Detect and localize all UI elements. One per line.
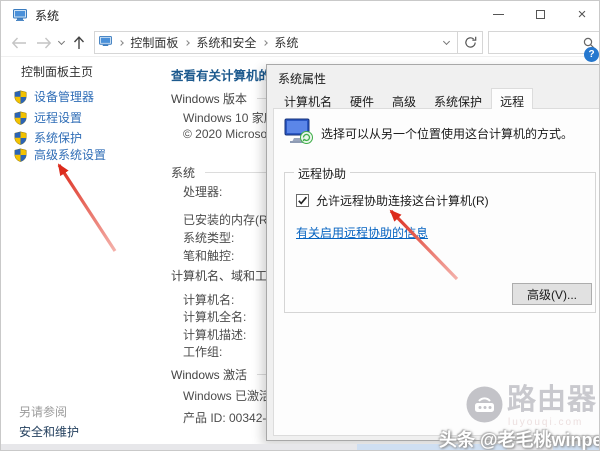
bottom-strip-segment <box>553 444 599 450</box>
activation-status-text: Windows 已激活 <box>183 389 272 403</box>
remote-assistance-info-link[interactable]: 有关启用远程协助的信息 <box>296 224 428 241</box>
breadcrumb-separator-icon <box>118 39 125 46</box>
remote-assist-checkbox[interactable] <box>296 194 309 207</box>
sidebar-item-label: 高级系统设置 <box>34 148 107 162</box>
remote-assistance-group: 远程协助 允许远程协助连接这台计算机(R) 有关启用远程协助的信息 高级(V).… <box>284 165 596 313</box>
address-bar[interactable]: 控制面板 系统和安全 系统 <box>94 31 459 54</box>
sidebar: 控制面板主页 设备管理器 远程设置 系统保护 高级系统设置 另请参阅 安全和维护 <box>1 57 163 442</box>
refresh-icon <box>464 36 476 48</box>
dialog-tabstrip: 计算机名 硬件 高级 系统保护 远程 <box>275 88 534 109</box>
help-button[interactable]: ? <box>584 47 599 62</box>
sidebar-item-system-protection[interactable]: 系统保护 <box>14 129 82 146</box>
remote-desktop-icon <box>284 118 314 148</box>
sidebar-item-label: 设备管理器 <box>34 90 95 104</box>
remote-tab-description: 选择可以从另一个位置使用这台计算机的方式。 <box>321 127 574 141</box>
address-computer-icon <box>99 35 113 50</box>
sidebar-item-label: 系统保护 <box>34 131 83 145</box>
advanced-button[interactable]: 高级(V)... <box>512 283 592 305</box>
recent-locations-chevron-icon[interactable] <box>56 31 67 55</box>
sidebar-item-advanced-system-settings[interactable]: 高级系统设置 <box>14 146 106 163</box>
remote-assistance-group-title: 远程协助 <box>294 165 351 182</box>
computer-description-label: 计算机描述: <box>183 328 247 342</box>
breadcrumb-separator-icon <box>184 39 191 46</box>
uac-shield-icon <box>14 90 27 104</box>
pen-touch-label: 笔和触控: <box>183 249 235 263</box>
breadcrumb-item-control-panel[interactable]: 控制面板 <box>130 34 178 51</box>
address-dropdown-chevron-icon[interactable] <box>443 37 451 45</box>
refresh-button[interactable] <box>458 31 483 54</box>
up-button[interactable] <box>68 31 91 55</box>
computer-name-label: 计算机名: <box>183 293 235 307</box>
uac-shield-icon <box>14 131 27 145</box>
system-window: 系统 × 控制面板 系统和安全 系统 ? 控制面板主页 设备管理器 远程设置 系… <box>0 0 600 451</box>
sidebar-item-security-maintenance[interactable]: 安全和维护 <box>19 423 79 440</box>
dialog-title: 系统属性 <box>278 72 327 86</box>
bottom-edge-strip <box>1 444 599 450</box>
processor-label: 处理器: <box>183 185 223 199</box>
tab-advanced[interactable]: 高级 <box>383 90 425 109</box>
bottom-strip-segment <box>357 444 507 450</box>
uac-shield-icon <box>14 111 27 125</box>
computer-icon <box>13 9 27 21</box>
sidebar-item-label: 远程设置 <box>34 111 83 125</box>
search-input[interactable] <box>494 36 583 49</box>
workgroup-label: 工作组: <box>183 345 223 359</box>
full-computer-name-label: 计算机全名: <box>183 310 247 324</box>
breadcrumb-separator-icon <box>262 39 269 46</box>
window-title: 系统 <box>35 8 60 23</box>
remote-assist-checkbox-label: 允许远程协助连接这台计算机(R) <box>316 194 489 208</box>
close-button[interactable]: × <box>565 1 599 27</box>
checkmark-icon <box>298 196 308 205</box>
search-box[interactable] <box>488 31 599 54</box>
see-also-label: 另请参阅 <box>19 405 68 419</box>
remote-tab-page: 选择可以从另一个位置使用这台计算机的方式。 远程协助 允许远程协助连接这台计算机… <box>273 108 599 436</box>
back-button[interactable] <box>7 31 32 55</box>
remote-assist-checkbox-row[interactable]: 允许远程协助连接这台计算机(R) <box>296 192 489 209</box>
navigation-bar: 控制面板 系统和安全 系统 <box>1 29 599 57</box>
maximize-button[interactable] <box>523 1 557 27</box>
forward-button[interactable] <box>32 31 57 55</box>
tab-computer-name[interactable]: 计算机名 <box>275 90 341 109</box>
minimize-icon <box>492 13 504 15</box>
system-type-label: 系统类型: <box>183 231 235 245</box>
sidebar-item-remote-settings[interactable]: 远程设置 <box>14 109 82 126</box>
system-properties-dialog: 系统属性 计算机名 硬件 高级 系统保护 远程 选择可以从另一个位置使用这台计算… <box>266 64 599 441</box>
maximize-icon <box>535 9 545 19</box>
uac-shield-icon <box>14 148 27 162</box>
tab-hardware[interactable]: 硬件 <box>341 90 383 109</box>
minimize-button[interactable] <box>481 1 515 27</box>
sidebar-item-control-panel-home[interactable]: 控制面板主页 <box>21 63 93 80</box>
tab-remote[interactable]: 远程 <box>491 88 534 109</box>
breadcrumb-item-system[interactable]: 系统 <box>274 34 298 51</box>
sidebar-item-device-manager[interactable]: 设备管理器 <box>14 88 94 105</box>
breadcrumb-item-system-security[interactable]: 系统和安全 <box>196 34 256 51</box>
titlebar: 系统 × <box>1 1 599 29</box>
tab-system-protection[interactable]: 系统保护 <box>425 90 491 109</box>
